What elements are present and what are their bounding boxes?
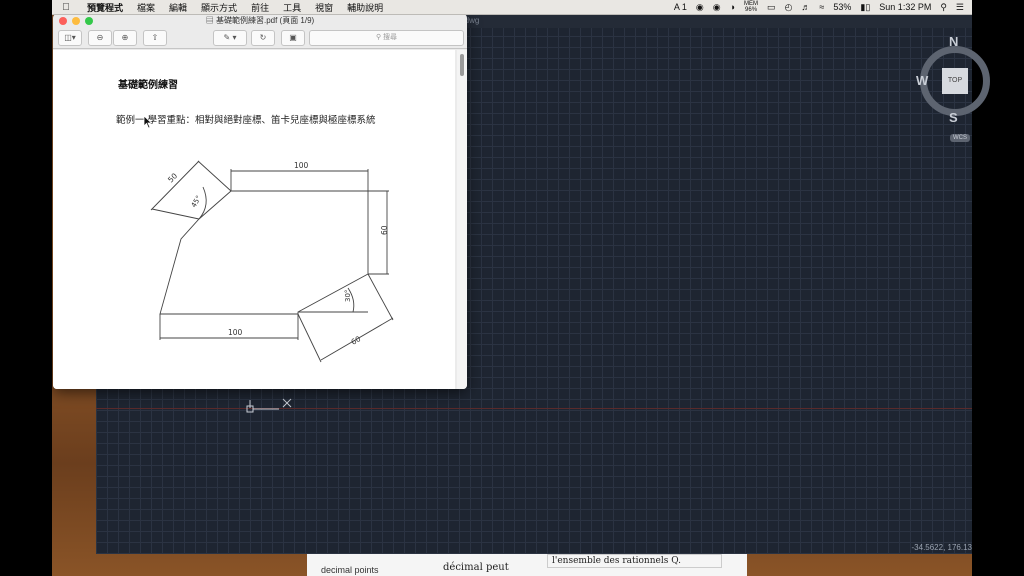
doc-cell-french: décimal peut [443,562,509,573]
dim-angle-45: 45° [190,194,203,209]
menu-bar:  預覽程式 檔案 編輯 顯示方式 前往 工具 視窗 輔助說明 A 1 ◉ ◉ … [52,0,972,14]
compass-north[interactable]: N [949,34,958,49]
apple-menu-icon[interactable]:  [52,2,80,13]
dim-left-50: 50 [166,171,179,184]
viewcube-compass[interactable]: N S W TOP WCS [910,34,1000,142]
dim-bottom-right-60: 60 [350,334,363,347]
vertical-scrollbar[interactable] [457,50,467,389]
search-input[interactable]: ⚲ 搜尋 [309,30,464,46]
compass-west[interactable]: W [916,73,928,88]
mem-monitor[interactable]: MEM 96% [744,1,758,13]
toolbox-icon[interactable]: ▣ [281,30,305,46]
menu-app-name[interactable]: 預覽程式 [80,1,130,14]
coordinate-readout: -34.5622, 176.13 [911,543,973,552]
mouse-cursor-icon [143,115,153,129]
airplay-icon[interactable]: ▭ [767,2,776,13]
search-icon: ⚲ [375,34,384,41]
wcs-menu[interactable]: WCS [950,134,970,142]
dim-angle-30: 30° [344,290,352,302]
preview-window-title: 基礎範例練習.pdf (頁面 1/9) [215,16,315,25]
status-area: A 1 ◉ ◉ ◑ MEM 96% ▭ ◴ ♬ ≈ 53% ▮▯ Sun 1:3… [674,1,972,13]
close-button[interactable] [59,17,67,25]
menu-window[interactable]: 視窗 [308,1,340,14]
document-icon: ▤ [205,16,216,25]
battery-icon[interactable]: ▮▯ [860,2,870,13]
sync-icon[interactable]: ◑ [730,2,735,12]
minimize-button[interactable] [72,17,80,25]
sidebar-toggle-icon[interactable]: ◫▾ [58,30,82,46]
menu-help[interactable]: 輔助說明 [340,1,390,14]
preview-titlebar[interactable]: ▤ 基礎範例練習.pdf (頁面 1/9) [53,14,467,28]
preview-toolbar: ◫▾ ⊖ ⊕ ⇧ ✎ ▾ ↻ ▣ ⚲ 搜尋 [53,28,467,49]
viewcube-top-face[interactable]: TOP [942,68,968,94]
volume-icon[interactable]: ♬ [801,2,810,12]
zoom-out-icon[interactable]: ⊖ [88,30,112,46]
battery-percent[interactable]: 53% [833,2,851,12]
doc-cell-decimal: decimal points [321,565,379,575]
zoom-in-icon[interactable]: ⊕ [113,30,137,46]
dim-right-60: 60 [380,225,389,235]
cad-sample-drawing: 100 100 60 50 45° 30° 60 [150,160,394,363]
markup-pen-icon[interactable]: ✎ ▾ [213,30,247,46]
timemachine-icon[interactable]: ◴ [785,2,793,13]
dim-bottom-100: 100 [228,328,243,337]
doc-cell-rationals: l'ensemble des rationnels Q. [547,554,722,568]
scrollbar-thumb[interactable] [460,54,464,76]
x-axis-line [96,408,972,409]
menu-edit[interactable]: 編輯 [162,1,194,14]
window-controls [59,17,93,25]
record-icon[interactable]: ◉ [696,2,704,13]
mem-value: 96% [745,7,758,13]
dim-top-100: 100 [294,161,309,170]
menu-view[interactable]: 顯示方式 [194,1,244,14]
share-icon[interactable]: ⇧ [143,30,167,46]
menu-tools[interactable]: 工具 [276,1,308,14]
drawing-outline [159,190,369,315]
background-document: decimal points décimal peut l'ensemble d… [307,554,747,576]
wifi-icon[interactable]: ≈ [819,2,824,12]
menu-file[interactable]: 檔案 [130,1,162,14]
ucs-icon [246,398,292,413]
adobe-status-icon[interactable]: A 1 [674,2,687,12]
rotate-icon[interactable]: ↻ [251,30,275,46]
preview-window[interactable]: ▤ 基礎範例練習.pdf (頁面 1/9) ◫▾ ⊖ ⊕ ⇧ ✎ ▾ ↻ ▣ ⚲… [53,14,467,389]
letterbox-left [0,0,52,576]
notification-center-icon[interactable]: ☰ [956,2,964,13]
pdf-page[interactable]: 基礎範例練習 範例一 學習重點：相對與絕對座標、笛卡兒座標與極座標系統 100 … [53,50,455,389]
compass-south[interactable]: S [949,110,958,125]
menu-go[interactable]: 前往 [244,1,276,14]
zoom-button[interactable] [85,17,93,25]
spotlight-search-icon[interactable]: ⚲ [940,2,947,13]
clock[interactable]: Sun 1:32 PM [879,2,931,12]
stop-icon[interactable]: ◉ [713,2,721,13]
